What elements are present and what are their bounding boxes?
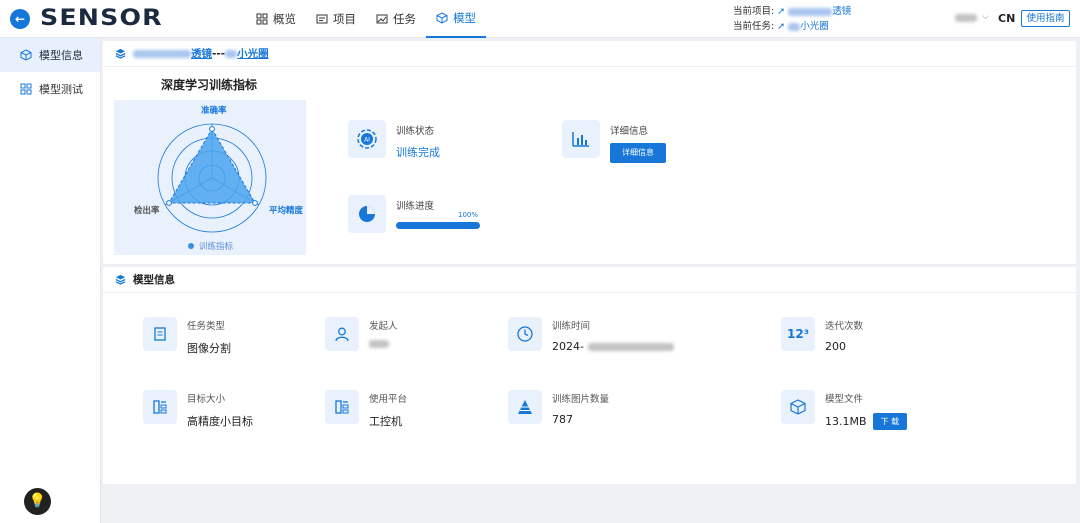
radar-series-area (168, 128, 256, 204)
top-header: ← SENSOR 概览 项目 任务 模型 当前项目: ➚ 透镜 当前任务: ➚ … (0, 0, 1080, 38)
info-iterations: 12³ 迭代次数 200 (781, 317, 863, 353)
train-progress: 训练进度 100% (348, 195, 480, 233)
current-project[interactable]: 当前项目: ➚ 透镜 (733, 4, 851, 19)
train-status-value: 训练完成 (396, 146, 440, 159)
guide-button[interactable]: 使用指南 (1021, 10, 1070, 27)
language-switch[interactable]: CN (998, 12, 1015, 25)
download-button[interactable]: 下 载 (872, 413, 908, 430)
radar-chart: 准确率 平均精度 检出率 训练指标 (114, 100, 306, 255)
nav-item-project[interactable]: 项目 (306, 0, 366, 38)
nav-label: 任务 (393, 12, 416, 26)
radar-title: 深度学习训练指标 (161, 78, 258, 92)
info-model-file: 模型文件 13.1MB 下 载 (781, 390, 908, 430)
overview-icon (256, 13, 268, 25)
layers-icon (115, 274, 126, 285)
train-status: AI 训练状态 训练完成 (348, 120, 440, 160)
layout-icon (325, 390, 359, 424)
cube-icon (781, 390, 815, 424)
detail-button[interactable]: 详细信息 (610, 143, 666, 163)
breadcrumb-task[interactable]: 小光圈 (225, 46, 269, 61)
sidebar-item-model-test[interactable]: 模型测试 (0, 72, 100, 106)
nav-item-overview[interactable]: 概览 (246, 0, 306, 38)
info-task-type: 任务类型 图像分割 (143, 317, 231, 356)
chevron-down-icon[interactable]: ⌵ (982, 12, 989, 22)
lightbulb-icon[interactable]: 💡 (24, 488, 51, 515)
ai-icon: AI (348, 120, 386, 158)
current-context: 当前项目: ➚ 透镜 当前任务: ➚ 小光圈 (733, 4, 851, 34)
sidebar-item-model-info[interactable]: 模型信息 (0, 38, 100, 72)
breadcrumb: 透镜 --- 小光圈 (103, 41, 1076, 67)
nav-item-model[interactable]: 模型 (426, 0, 486, 38)
clock-icon (508, 317, 542, 351)
grid-icon (20, 83, 32, 95)
current-task[interactable]: 当前任务: ➚ 小光圈 (733, 19, 851, 34)
nav-label: 项目 (333, 12, 356, 26)
model-icon (436, 12, 448, 24)
user-icon (325, 317, 359, 351)
radar-axis-label: 检出率 (134, 206, 160, 216)
info-target-size: 目标大小 高精度小目标 (143, 390, 253, 429)
model-info-title: 模型信息 (103, 267, 1076, 293)
main-nav: 概览 项目 任务 模型 (246, 0, 486, 38)
bar-chart-icon (562, 120, 600, 158)
user-name[interactable] (955, 14, 977, 22)
layers-icon (115, 48, 126, 59)
info-initiator: 发起人 (325, 317, 398, 351)
nav-label: 概览 (273, 12, 296, 26)
info-image-count: 训练图片数量 787 (508, 390, 609, 426)
numbers-icon: 12³ (781, 317, 815, 351)
logo: SENSOR (40, 6, 163, 31)
radar-point (252, 200, 258, 206)
cube-icon (20, 49, 32, 61)
nav-item-task[interactable]: 任务 (366, 0, 426, 38)
radar-point (166, 200, 172, 206)
project-icon (316, 14, 328, 24)
sidebar: 模型信息 模型测试 💡 (0, 38, 101, 523)
initiator-name (369, 340, 389, 348)
radar-axis-label: 平均精度 (269, 206, 304, 216)
radar-point (209, 126, 215, 132)
info-platform: 使用平台 工控机 (325, 390, 407, 429)
back-button[interactable]: ← (10, 9, 30, 29)
task-icon (376, 14, 388, 24)
pie-progress-icon (348, 195, 386, 233)
pyramid-icon (508, 390, 542, 424)
layout-icon (143, 390, 177, 424)
nav-label: 模型 (453, 11, 476, 25)
document-icon (143, 317, 177, 351)
training-card: 透镜 --- 小光圈 深度学习训练指标 准确率 平均精度 检出率 训练指标 AI (103, 41, 1076, 264)
detail-info: 详细信息 详细信息 (562, 120, 666, 163)
breadcrumb-project[interactable]: 透镜 (133, 46, 212, 61)
info-train-time: 训练时间 2024- (508, 317, 674, 353)
radar-legend[interactable]: 训练指标 (188, 240, 233, 252)
svg-text:AI: AI (364, 137, 370, 144)
model-info-card: 模型信息 任务类型 图像分割 发起人 训练时间 2024- 12³ 迭代次数 2… (103, 267, 1076, 484)
radar-axis-label: 准确率 (201, 106, 227, 116)
progress-bar: 100% (396, 211, 480, 229)
